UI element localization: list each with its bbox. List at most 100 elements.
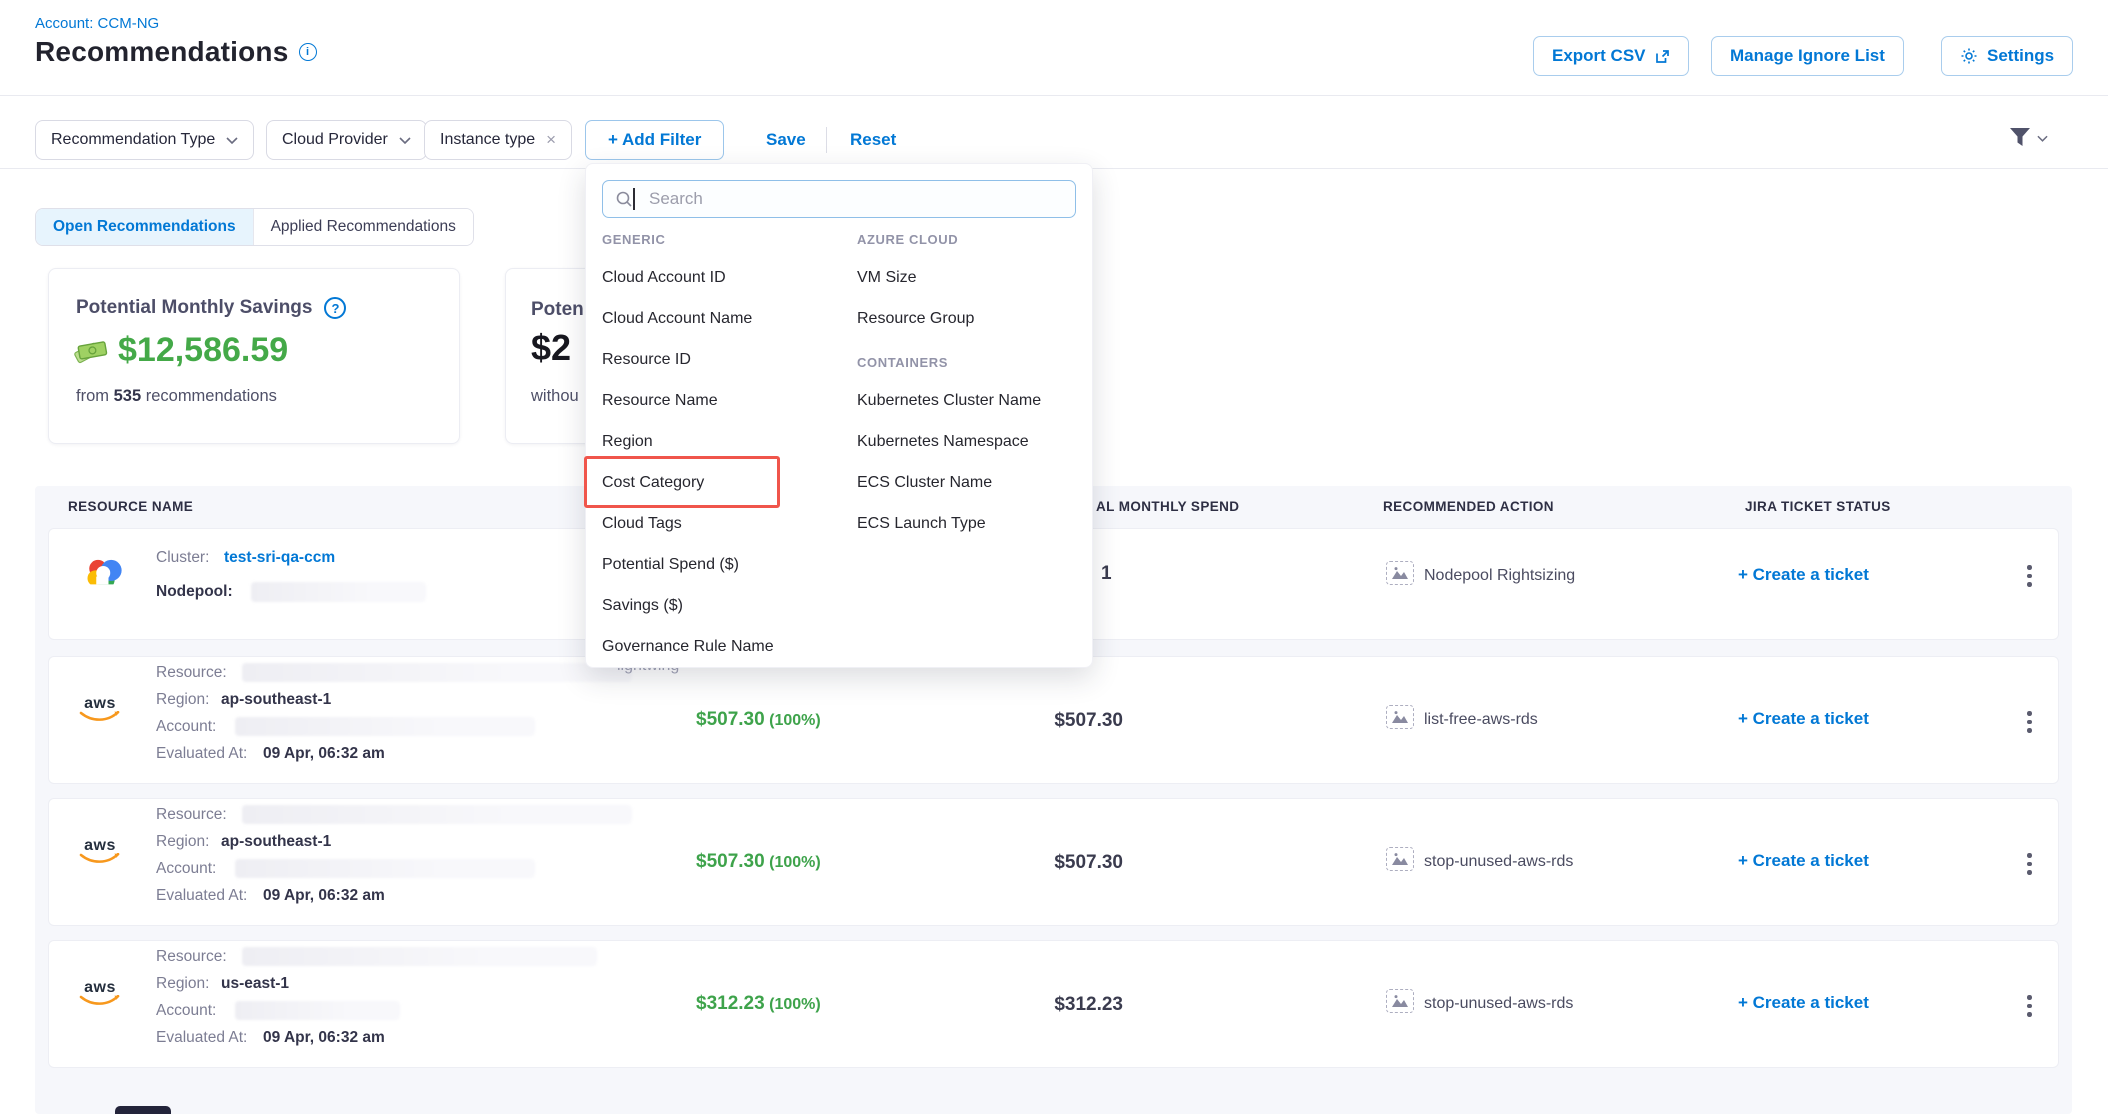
- filter-chip-instance-type[interactable]: Instance type ×: [424, 120, 572, 160]
- text-cursor: [633, 188, 635, 210]
- filter-option-region[interactable]: Region: [602, 433, 653, 451]
- row-menu-button[interactable]: [2023, 561, 2036, 591]
- evaluated-value: 09 Apr, 06:32 am: [263, 1029, 385, 1047]
- export-csv-label: Export CSV: [1552, 46, 1646, 66]
- tab-open-recommendations[interactable]: Open Recommendations: [36, 209, 253, 245]
- partial-card-title: Poten: [531, 299, 584, 321]
- nodepool-label: Nodepool:: [156, 583, 233, 601]
- recommended-action-label: Nodepool Rightsizing: [1424, 567, 1575, 585]
- evaluated-label: Evaluated At:: [156, 745, 247, 763]
- remove-chip-icon[interactable]: ×: [546, 130, 556, 150]
- monthly-savings-value: $312.23: [696, 993, 765, 1014]
- region-value: ap-southeast-1: [221, 691, 331, 709]
- add-filter-dropdown: GENERIC Cloud Account ID Cloud Account N…: [585, 163, 1093, 668]
- resource-label: Resource:: [156, 806, 227, 824]
- action-image-icon: [1386, 561, 1414, 585]
- monthly-spend-value: $507.30: [981, 852, 1123, 874]
- filter-option-resource-id[interactable]: Resource ID: [602, 351, 691, 369]
- chip-label: Instance type: [440, 131, 535, 149]
- redacted-value: [242, 805, 632, 824]
- filter-option-resource-name[interactable]: Resource Name: [602, 392, 718, 410]
- filter-option-cloud-tags[interactable]: Cloud Tags: [602, 515, 682, 533]
- filter-option-ecs-launch-type[interactable]: ECS Launch Type: [857, 515, 986, 533]
- chevron-down-icon: [2037, 135, 2048, 142]
- savings-subtext: from 535 recommendations: [76, 387, 277, 406]
- header-divider: [0, 95, 2108, 96]
- partial-card-amount: $2: [531, 327, 571, 369]
- redacted-value: [251, 582, 426, 602]
- filter-chip-recommendation-type[interactable]: Recommendation Type: [35, 120, 254, 160]
- filter-option-potential-spend[interactable]: Potential Spend ($): [602, 556, 739, 574]
- savings-percent: (100%): [769, 996, 821, 1013]
- account-label: Account:: [156, 860, 216, 878]
- partial-card-subtext: withou: [531, 387, 579, 406]
- filter-search[interactable]: [602, 180, 1076, 218]
- filter-option-vm-size[interactable]: VM Size: [857, 269, 917, 287]
- aws-icon: aws: [79, 981, 121, 1007]
- filter-option-resource-group[interactable]: Resource Group: [857, 310, 974, 328]
- add-filter-button[interactable]: + Add Filter: [585, 120, 724, 160]
- aws-icon: aws: [79, 697, 121, 723]
- create-ticket-button[interactable]: + Create a ticket: [1738, 851, 1869, 871]
- action-image-icon: [1386, 989, 1414, 1013]
- action-image-icon: [1386, 847, 1414, 871]
- monthly-savings-value: $507.30: [696, 851, 765, 872]
- filter-option-cloud-account-id[interactable]: Cloud Account ID: [602, 269, 726, 287]
- redacted-value: [242, 663, 632, 682]
- breadcrumb[interactable]: Account: CCM-NG: [35, 15, 159, 32]
- recommended-action-label: stop-unused-aws-rds: [1424, 995, 1573, 1013]
- table-row[interactable]: aws Resource: Region: ap-southeast-1 Acc…: [48, 656, 2059, 784]
- filter-option-kubernetes-namespace[interactable]: Kubernetes Namespace: [857, 433, 1029, 451]
- filter-option-ecs-cluster-name[interactable]: ECS Cluster Name: [857, 474, 992, 492]
- table-row[interactable]: aws Resource: Region: ap-southeast-1 Acc…: [48, 798, 2059, 926]
- cluster-link[interactable]: test-sri-qa-ccm: [224, 549, 335, 567]
- create-ticket-button[interactable]: + Create a ticket: [1738, 709, 1869, 729]
- funnel-icon: [2008, 127, 2032, 149]
- section-containers: CONTAINERS: [857, 355, 948, 370]
- cluster-label: Cluster:: [156, 549, 209, 567]
- column-total-monthly-spend: AL MONTHLY SPEND: [1096, 499, 1239, 514]
- manage-ignore-list-button[interactable]: Manage Ignore List: [1711, 36, 1904, 76]
- account-label: Account:: [156, 718, 216, 736]
- row-menu-button[interactable]: [2023, 849, 2036, 879]
- column-recommended-action: RECOMMENDED ACTION: [1383, 499, 1554, 514]
- table-row[interactable]: aws Resource: Region: us-east-1 Account:…: [48, 940, 2059, 1068]
- money-icon: [74, 337, 110, 365]
- create-ticket-button[interactable]: + Create a ticket: [1738, 565, 1869, 585]
- settings-button[interactable]: Settings: [1941, 36, 2073, 76]
- gear-icon: [1960, 47, 1978, 65]
- evaluated-value: 09 Apr, 06:32 am: [263, 887, 385, 905]
- filter-option-cloud-account-name[interactable]: Cloud Account Name: [602, 310, 752, 328]
- chip-label: Cloud Provider: [282, 131, 388, 149]
- redacted-value: [235, 859, 535, 878]
- recommended-action-label: list-free-aws-rds: [1424, 711, 1538, 729]
- export-csv-button[interactable]: Export CSV: [1533, 36, 1689, 76]
- monthly-spend-value: $507.30: [981, 710, 1123, 732]
- tab-applied-recommendations[interactable]: Applied Recommendations: [253, 209, 473, 245]
- evaluated-label: Evaluated At:: [156, 887, 247, 905]
- row-menu-button[interactable]: [2023, 707, 2036, 737]
- create-ticket-button[interactable]: + Create a ticket: [1738, 993, 1869, 1013]
- reset-filter-button[interactable]: Reset: [850, 130, 896, 150]
- save-filter-button[interactable]: Save: [766, 130, 806, 150]
- info-icon[interactable]: i: [299, 43, 317, 61]
- filter-option-kubernetes-cluster-name[interactable]: Kubernetes Cluster Name: [857, 392, 1041, 410]
- redacted-value: [235, 717, 535, 736]
- evaluated-label: Evaluated At:: [156, 1029, 247, 1047]
- row-menu-button[interactable]: [2023, 991, 2036, 1021]
- column-jira-ticket-status: JIRA TICKET STATUS: [1745, 499, 1891, 514]
- filter-chip-cloud-provider[interactable]: Cloud Provider: [266, 120, 427, 160]
- savings-percent: (100%): [769, 712, 821, 729]
- filter-menu-button[interactable]: [2008, 127, 2048, 149]
- help-icon[interactable]: ?: [324, 297, 346, 319]
- filter-option-cost-category[interactable]: Cost Category: [602, 474, 704, 492]
- search-input[interactable]: [641, 189, 1041, 209]
- aws-icon: aws: [79, 839, 121, 865]
- section-azure-cloud: AZURE CLOUD: [857, 232, 958, 247]
- page-title: Recommendations: [35, 36, 289, 68]
- filter-option-governance-rule-name[interactable]: Governance Rule Name: [602, 638, 774, 656]
- chevron-down-icon: [226, 137, 238, 144]
- filter-option-savings[interactable]: Savings ($): [602, 597, 683, 615]
- region-label: Region:: [156, 975, 209, 993]
- savings-amount: $12,586.59: [118, 331, 288, 370]
